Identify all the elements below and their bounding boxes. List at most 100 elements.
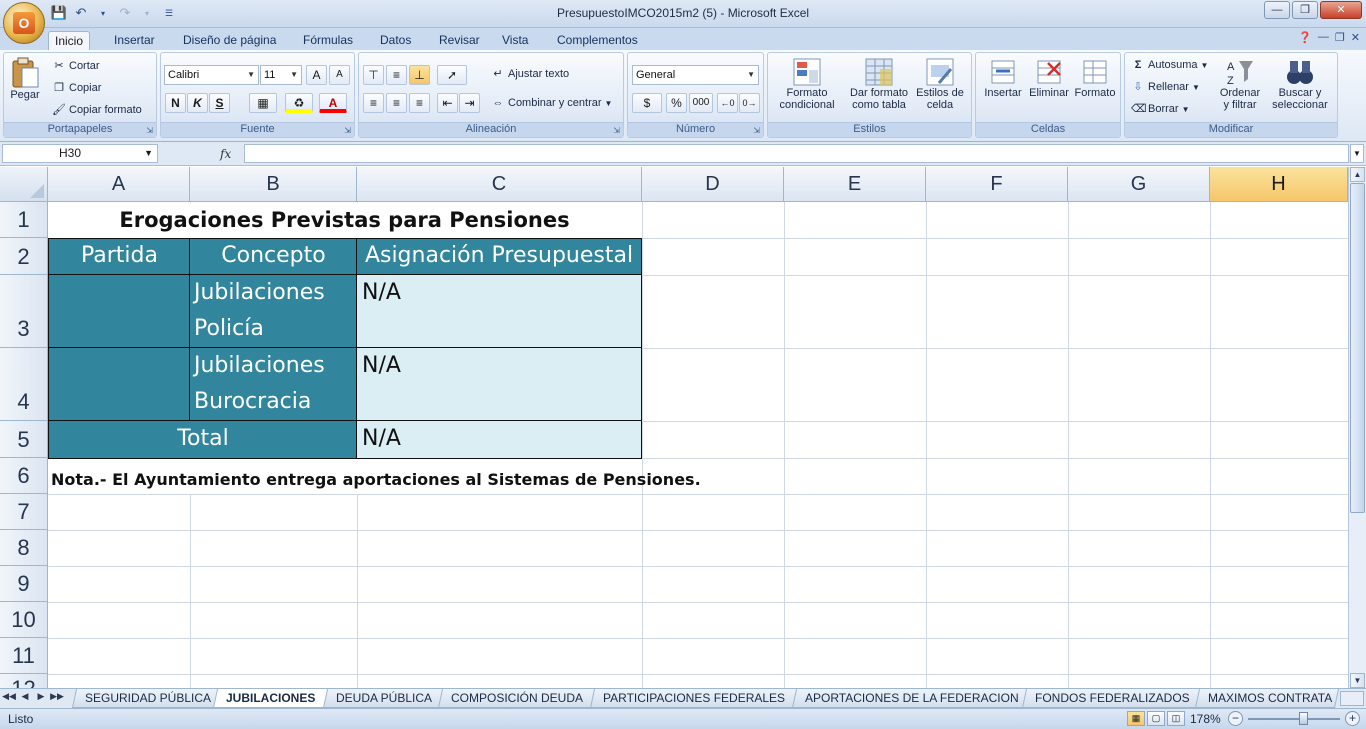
align-bottom-button[interactable]: ⊥ xyxy=(409,65,430,85)
restore-workbook-icon[interactable]: ❐ xyxy=(1335,31,1345,44)
tab-datos[interactable]: Datos xyxy=(374,31,417,50)
increase-decimal-button[interactable]: ←0 xyxy=(717,93,738,113)
row-header-11[interactable]: 11 xyxy=(0,638,48,674)
align-left-button[interactable]: ≡ xyxy=(363,93,384,113)
copy-button[interactable]: ❐ Copiar xyxy=(52,81,101,95)
zoom-level[interactable]: 178% xyxy=(1190,712,1221,726)
tab-revisar[interactable]: Revisar xyxy=(433,31,486,50)
orientation-button[interactable]: ➚ xyxy=(437,65,467,85)
sheet-tab-seguridad-publica[interactable]: SEGURIDAD PÚBLICA xyxy=(71,689,225,708)
insert-cells-button[interactable]: Insertar xyxy=(980,57,1026,99)
row-header-2[interactable]: 2 xyxy=(0,238,48,275)
minimize-button[interactable]: — xyxy=(1264,1,1290,19)
select-all-button[interactable] xyxy=(0,167,48,202)
header-concepto[interactable]: Concepto xyxy=(189,238,358,276)
tab-formulas[interactable]: Fórmulas xyxy=(297,31,359,50)
zoom-slider-track[interactable] xyxy=(1248,718,1340,720)
borders-button[interactable]: ▦ xyxy=(249,93,277,113)
row-header-10[interactable]: 10 xyxy=(0,602,48,638)
decrease-decimal-button[interactable]: 0→ xyxy=(739,93,760,113)
scroll-down-icon[interactable]: ▼ xyxy=(1350,673,1365,688)
insert-function-icon[interactable]: fx xyxy=(220,147,231,161)
percent-button[interactable]: % xyxy=(666,93,687,113)
thousands-button[interactable]: 000 xyxy=(689,93,713,113)
column-header-e[interactable]: E xyxy=(784,167,926,202)
column-header-b[interactable]: B xyxy=(190,167,357,202)
row-header-8[interactable]: 8 xyxy=(0,530,48,566)
name-box[interactable]: H30 ▼ xyxy=(2,144,158,163)
align-center-button[interactable]: ≡ xyxy=(386,93,407,113)
expand-formula-bar-icon[interactable]: ▼ xyxy=(1350,144,1364,163)
shrink-font-button[interactable]: A xyxy=(329,65,350,85)
row-header-9[interactable]: 9 xyxy=(0,566,48,602)
header-partida[interactable]: Partida xyxy=(48,238,191,276)
zoom-out-icon[interactable]: − xyxy=(1228,711,1243,726)
cell-partida-1[interactable] xyxy=(48,274,191,349)
column-header-a[interactable]: A xyxy=(48,167,190,202)
first-sheet-icon[interactable]: ◀◀ xyxy=(2,691,16,702)
bold-button[interactable]: N xyxy=(165,93,186,113)
cell-concepto-2[interactable]: Jubilaciones Burocracia xyxy=(189,347,358,422)
vertical-scrollbar[interactable]: ▲ ▼ xyxy=(1348,167,1366,688)
prev-sheet-icon[interactable]: ◀ xyxy=(18,691,32,702)
italic-button[interactable]: K xyxy=(187,93,208,113)
zoom-in-icon[interactable]: + xyxy=(1345,711,1360,726)
autosum-button[interactable]: Σ Autosuma ▼ xyxy=(1131,58,1209,72)
column-header-c[interactable]: C xyxy=(357,167,642,202)
close-button[interactable]: ✕ xyxy=(1320,1,1362,19)
sheet-tab-fondos-federalizados[interactable]: FONDOS FEDERALIZADOS xyxy=(1021,689,1203,708)
column-header-f[interactable]: F xyxy=(926,167,1068,202)
cell-asignacion-1[interactable]: N/A xyxy=(356,274,642,349)
formula-input[interactable] xyxy=(244,144,1349,163)
page-break-view-icon[interactable]: ◫ xyxy=(1167,711,1185,726)
page-layout-view-icon[interactable]: ▢ xyxy=(1147,711,1165,726)
align-right-button[interactable]: ≡ xyxy=(409,93,430,113)
cell-total-label[interactable]: Total xyxy=(48,420,358,459)
next-sheet-icon[interactable]: ▶ xyxy=(34,691,48,702)
header-asignacion[interactable]: Asignación Presupuestal xyxy=(356,238,642,276)
font-name-combo[interactable]: Calibri ▼ xyxy=(164,65,259,85)
format-cells-button[interactable]: Formato xyxy=(1072,57,1118,99)
sheet-tab-composicion-deuda[interactable]: COMPOSICIÓN DEUDA xyxy=(437,689,597,708)
delete-cells-button[interactable]: Eliminar xyxy=(1026,57,1072,99)
paste-button[interactable]: Pegar xyxy=(10,57,40,101)
dialog-launcher-icon[interactable]: ⇲ xyxy=(344,126,351,135)
normal-view-icon[interactable]: ▦ xyxy=(1127,711,1145,726)
column-header-d[interactable]: D xyxy=(642,167,784,202)
dialog-launcher-icon[interactable]: ⇲ xyxy=(613,126,620,135)
restore-button[interactable]: ❐ xyxy=(1292,1,1318,19)
align-middle-button[interactable]: ≡ xyxy=(386,65,407,85)
fill-color-button[interactable]: ♻ xyxy=(285,93,313,113)
grow-font-button[interactable]: A xyxy=(306,65,327,85)
scroll-up-icon[interactable]: ▲ xyxy=(1350,167,1365,182)
sheet-tab-participaciones-federales[interactable]: PARTICIPACIONES FEDERALES xyxy=(589,689,799,708)
last-sheet-icon[interactable]: ▶▶ xyxy=(50,691,64,702)
sort-filter-button[interactable]: AZ Ordenar y filtrar xyxy=(1215,57,1265,111)
cell-concepto-1[interactable]: Jubilaciones Policía xyxy=(189,274,358,349)
align-top-button[interactable]: ⊤ xyxy=(363,65,384,85)
row-header-6[interactable]: 6 xyxy=(0,458,48,494)
dialog-launcher-icon[interactable]: ⇲ xyxy=(753,126,760,135)
row-header-7[interactable]: 7 xyxy=(0,494,48,530)
sheet-tab-deuda-publica[interactable]: DEUDA PÚBLICA xyxy=(322,689,446,708)
currency-button[interactable]: $ xyxy=(632,93,662,113)
tab-diseno-pagina[interactable]: Diseño de página xyxy=(177,31,282,50)
row-header-3[interactable]: 3 xyxy=(0,275,48,348)
font-color-button[interactable]: A xyxy=(319,93,347,113)
zoom-slider-thumb[interactable] xyxy=(1299,712,1308,725)
cell-styles-button[interactable]: Estilos de celda xyxy=(908,57,972,111)
tab-complementos[interactable]: Complementos xyxy=(551,31,644,50)
column-header-g[interactable]: G xyxy=(1068,167,1210,202)
cut-button[interactable]: ✂ Cortar xyxy=(52,59,99,73)
horizontal-scrollbar-stub[interactable] xyxy=(1340,691,1364,706)
cell-total-value[interactable]: N/A xyxy=(356,420,642,459)
decrease-indent-button[interactable]: ⇤ xyxy=(437,93,458,113)
tab-inicio[interactable]: Inicio xyxy=(48,31,91,50)
font-size-combo[interactable]: 11 ▼ xyxy=(260,65,302,85)
close-workbook-icon[interactable]: ✕ xyxy=(1351,31,1360,44)
underline-button[interactable]: S xyxy=(209,93,230,113)
minimize-ribbon-icon[interactable]: — xyxy=(1318,31,1329,44)
worksheet-grid[interactable]: A B C D E F G H 1 2 3 4 5 6 7 8 9 10 11 … xyxy=(0,167,1348,688)
fill-button[interactable]: ⇩ Rellenar ▼ xyxy=(1131,80,1200,94)
cell-partida-2[interactable] xyxy=(48,347,191,422)
